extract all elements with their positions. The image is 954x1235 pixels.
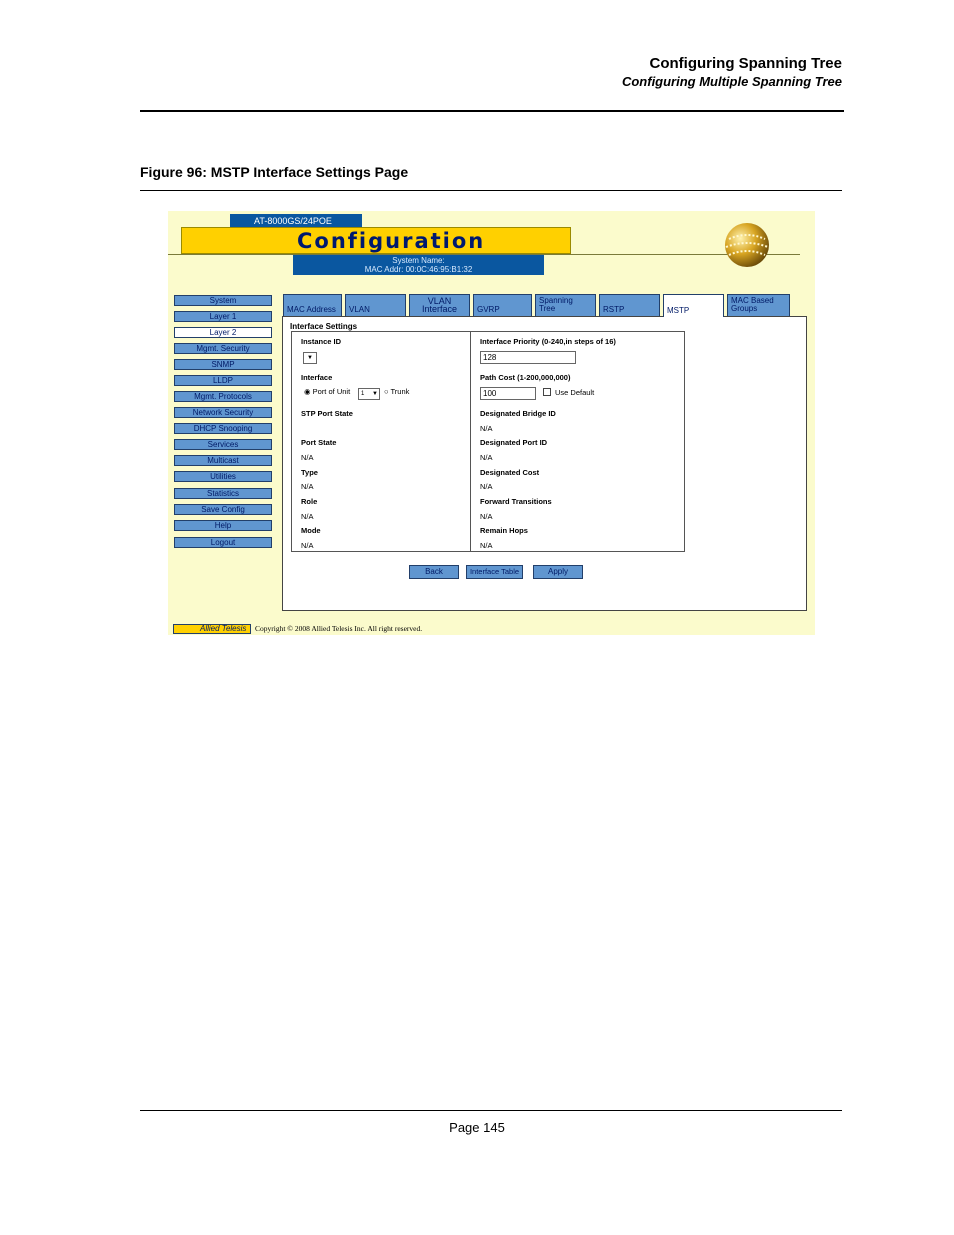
nav-snmp[interactable]: SNMP (174, 359, 272, 370)
path-cost-input[interactable]: 100 (480, 387, 536, 400)
role-value: N/A (301, 512, 314, 521)
tab-spanning-tree-line2: Tree (539, 304, 556, 313)
interface-priority-label: Interface Priority (0-240,in steps of 16… (480, 337, 616, 346)
nav-network-security[interactable]: Network Security (174, 407, 272, 418)
tab-mac-groups-line2: Groups (731, 304, 758, 313)
forward-transitions-label: Forward Transitions (480, 497, 552, 506)
header-rule (140, 110, 844, 112)
banner-title: Configuration (297, 229, 486, 253)
type-value: N/A (301, 482, 314, 491)
globe-icon (725, 223, 769, 267)
chapter-title: Configuring Spanning Tree (649, 55, 843, 72)
caption-rule (140, 190, 842, 191)
designated-cost-label: Designated Cost (480, 468, 540, 477)
designated-bridge-id-value: N/A (480, 424, 493, 433)
use-default-label: Use Default (555, 388, 595, 397)
tab-gvrp[interactable]: GVRP (473, 294, 532, 316)
interface-label: Interface (301, 373, 333, 382)
radio-selected-icon: ◉ (304, 387, 311, 396)
allied-telesis-logo: Allied Telesis (173, 624, 251, 634)
nav-utilities[interactable]: Utilities (174, 471, 272, 482)
copyright-text: Copyright © 2008 Allied Telesis Inc. All… (255, 624, 423, 633)
nav-help[interactable]: Help (174, 520, 272, 531)
designated-cost-value: N/A (480, 482, 493, 491)
footer-rule (140, 1110, 842, 1111)
content-panel: Interface Settings Instance ID ▼ Interfa… (282, 316, 807, 611)
remain-hops-label: Remain Hops (480, 526, 528, 535)
path-cost-label: Path Cost (1-200,000,000) (480, 373, 571, 382)
port-state-label: Port State (301, 438, 337, 447)
settings-table: Instance ID ▼ Interface ◉ Port of Unit 1… (291, 331, 685, 552)
tab-vlan[interactable]: VLAN (345, 294, 406, 316)
section-title: Configuring Multiple Spanning Tree (621, 74, 842, 89)
system-info-box: System Name: MAC Addr: 00:0C:46:95:B1:32 (293, 255, 544, 275)
system-name-label: System Name: (392, 256, 445, 265)
unit-select[interactable]: 1 ▼ (358, 388, 380, 400)
tab-spanning-tree[interactable]: Spanning Tree (535, 294, 596, 316)
unit-value: 1 (361, 391, 365, 397)
back-button[interactable]: Back (409, 565, 459, 579)
nav-dhcp-snooping[interactable]: DHCP Snooping (174, 423, 272, 434)
designated-port-id-label: Designated Port ID (480, 438, 548, 447)
nav-lldp[interactable]: LLDP (174, 375, 272, 386)
apply-button[interactable]: Apply (533, 565, 583, 579)
instance-id-select[interactable]: ▼ (303, 352, 317, 364)
instance-id-label: Instance ID (301, 337, 342, 346)
nav-services[interactable]: Services (174, 439, 272, 450)
trunk-radio[interactable]: ○ Trunk (384, 387, 409, 396)
nav-mgmt-security[interactable]: Mgmt. Security (174, 343, 272, 354)
page-number: Page 145 (449, 1120, 505, 1135)
mode-value: N/A (301, 541, 314, 550)
role-label: Role (301, 497, 318, 506)
nav-layer2[interactable]: Layer 2 (174, 327, 272, 338)
tab-vlan-label: VLAN (349, 305, 370, 314)
remain-hops-value: N/A (480, 541, 493, 550)
configuration-banner: Configuration (181, 227, 571, 254)
tab-mac-based-groups[interactable]: MAC Based Groups (727, 294, 790, 316)
interface-priority-input[interactable]: 128 (480, 351, 576, 364)
interface-table-button[interactable]: Interface Table (466, 565, 523, 579)
tab-vlan-interface-line2: Interface (421, 304, 458, 314)
tab-gvrp-label: GVRP (477, 305, 500, 314)
designated-port-id-value: N/A (480, 453, 493, 462)
nav-multicast[interactable]: Multicast (174, 455, 272, 466)
mode-label: Mode (301, 526, 321, 535)
nav-logout[interactable]: Logout (174, 537, 272, 548)
screenshot-frame: AT-8000GS/24POE Configuration System Nam… (168, 211, 815, 635)
interface-settings-title: Interface Settings (290, 322, 358, 331)
logo-text: Allied Telesis (200, 624, 247, 633)
tab-mac-address-label: MAC Address (287, 305, 336, 314)
tab-mstp-label: MSTP (667, 306, 690, 315)
trunk-label: Trunk (390, 387, 410, 396)
designated-bridge-id-label: Designated Bridge ID (480, 409, 556, 418)
use-default-checkbox[interactable] (543, 388, 551, 396)
radio-empty-icon: ○ (384, 387, 389, 396)
tab-rstp[interactable]: RSTP (599, 294, 660, 316)
nav-system[interactable]: System (174, 295, 272, 306)
tab-rstp-label: RSTP (603, 305, 625, 314)
nav-save-config[interactable]: Save Config (174, 504, 272, 515)
mac-address-label: MAC Addr: 00:0C:46:95:B1:32 (364, 265, 473, 274)
model-label: AT-8000GS/24POE (230, 214, 362, 228)
nav-statistics[interactable]: Statistics (174, 488, 272, 499)
port-of-unit-radio[interactable]: ◉ Port of Unit (304, 387, 350, 396)
column-divider (470, 332, 471, 551)
nav-layer1[interactable]: Layer 1 (174, 311, 272, 322)
tab-vlan-interface[interactable]: VLAN Interface (409, 294, 470, 316)
stp-port-state-label: STP Port State (301, 409, 353, 418)
type-label: Type (301, 468, 318, 477)
chevron-down-icon: ▼ (372, 391, 378, 397)
nav-mgmt-protocols[interactable]: Mgmt. Protocols (174, 391, 272, 402)
figure-caption: Figure 96: MSTP Interface Settings Page (140, 164, 409, 180)
port-of-unit-label: Port of Unit (312, 387, 351, 396)
port-state-value: N/A (301, 453, 314, 462)
tab-mstp[interactable]: MSTP (663, 294, 724, 317)
forward-transitions-value: N/A (480, 512, 493, 521)
chevron-down-icon: ▼ (307, 355, 313, 361)
tab-mac-address[interactable]: MAC Address (283, 294, 342, 316)
